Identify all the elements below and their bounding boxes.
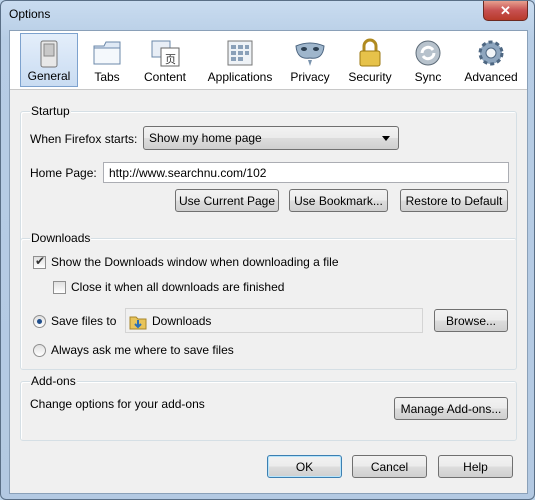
- close-icon: ✕: [500, 2, 511, 18]
- switch-icon: [40, 40, 58, 68]
- always-ask-radio[interactable]: [33, 344, 46, 357]
- addons-legend: Add-ons: [30, 374, 77, 388]
- addons-description: Change options for your add-ons: [30, 397, 205, 411]
- tab-privacy[interactable]: Privacy: [284, 33, 336, 87]
- home-page-input[interactable]: http://www.searchnu.com/102: [103, 162, 509, 183]
- show-downloads-checkbox[interactable]: ✔: [33, 254, 46, 269]
- tab-content[interactable]: 页 Content: [136, 33, 194, 87]
- close-when-done-label[interactable]: Close it when all downloads are finished: [71, 280, 284, 294]
- tab-general[interactable]: General: [20, 33, 78, 87]
- save-files-radio[interactable]: [33, 315, 46, 328]
- restore-default-button[interactable]: Restore to Default: [400, 189, 508, 212]
- tab-security[interactable]: Security: [341, 33, 399, 87]
- help-button[interactable]: Help: [438, 455, 513, 478]
- manage-addons-button[interactable]: Manage Add-ons...: [394, 397, 508, 420]
- svg-text:页: 页: [165, 54, 176, 66]
- window-title: Options: [9, 7, 51, 21]
- close-button[interactable]: ✕: [483, 1, 528, 21]
- downloads-legend: Downloads: [30, 231, 92, 245]
- cancel-button[interactable]: Cancel: [352, 455, 427, 478]
- tab-label: Tabs: [94, 70, 120, 84]
- show-downloads-label[interactable]: Show the Downloads window when downloadi…: [51, 255, 339, 269]
- always-ask-label[interactable]: Always ask me where to save files: [51, 343, 234, 357]
- tab-label: Advanced: [464, 70, 518, 84]
- home-page-value: http://www.searchnu.com/102: [109, 166, 267, 180]
- close-when-done-checkbox[interactable]: [53, 281, 66, 294]
- home-page-label: Home Page:: [30, 166, 97, 180]
- startup-group: Startup When Firefox starts: Show my hom…: [20, 104, 517, 249]
- tab-applications[interactable]: Applications: [203, 33, 277, 87]
- download-folder-name: Downloads: [152, 314, 212, 328]
- tab-label: Applications: [207, 70, 273, 84]
- tab-label: Sync: [414, 70, 442, 84]
- chevron-down-icon: [382, 136, 390, 141]
- when-starts-label: When Firefox starts:: [30, 132, 138, 146]
- pane-toolbar: General Tabs 页 Content Applications Priv…: [10, 31, 527, 90]
- checkmark-icon: ✔: [35, 254, 46, 268]
- startup-dropdown-value: Show my home page: [149, 131, 262, 145]
- save-files-label[interactable]: Save files to: [51, 314, 116, 328]
- ok-button[interactable]: OK: [267, 455, 342, 478]
- dialog-client-area: General Tabs 页 Content Applications Priv…: [9, 30, 528, 494]
- use-current-page-button[interactable]: Use Current Page: [175, 189, 279, 212]
- tab-tabs[interactable]: Tabs: [82, 33, 132, 87]
- tab-label: Security: [348, 70, 392, 84]
- tab-advanced[interactable]: Advanced: [461, 33, 521, 87]
- content-icon: 页: [151, 40, 180, 67]
- downloads-group: Downloads ✔ Show the Downloads window wh…: [20, 231, 517, 370]
- startup-legend: Startup: [30, 104, 71, 118]
- applications-icon: [227, 40, 253, 66]
- browse-button[interactable]: Browse...: [434, 309, 508, 332]
- mask-icon: [295, 42, 325, 66]
- folder-icon: [129, 316, 147, 330]
- tabs-icon: [93, 41, 121, 65]
- sync-icon: [415, 40, 441, 66]
- radio-selected-dot: [37, 319, 42, 324]
- use-bookmark-button[interactable]: Use Bookmark...: [289, 189, 388, 212]
- tab-label: General: [27, 69, 71, 83]
- tab-sync[interactable]: Sync: [405, 33, 451, 87]
- tab-label: Content: [143, 70, 187, 84]
- padlock-icon: [359, 38, 381, 67]
- tab-label: Privacy: [290, 70, 330, 84]
- gear-icon: [478, 40, 504, 66]
- startup-dropdown[interactable]: Show my home page: [143, 126, 399, 150]
- download-folder-field: Downloads: [125, 308, 423, 333]
- addons-group: Add-ons Change options for your add-ons …: [20, 374, 517, 441]
- options-window: Options ✕ General Tabs 页 Content Applica…: [0, 0, 535, 500]
